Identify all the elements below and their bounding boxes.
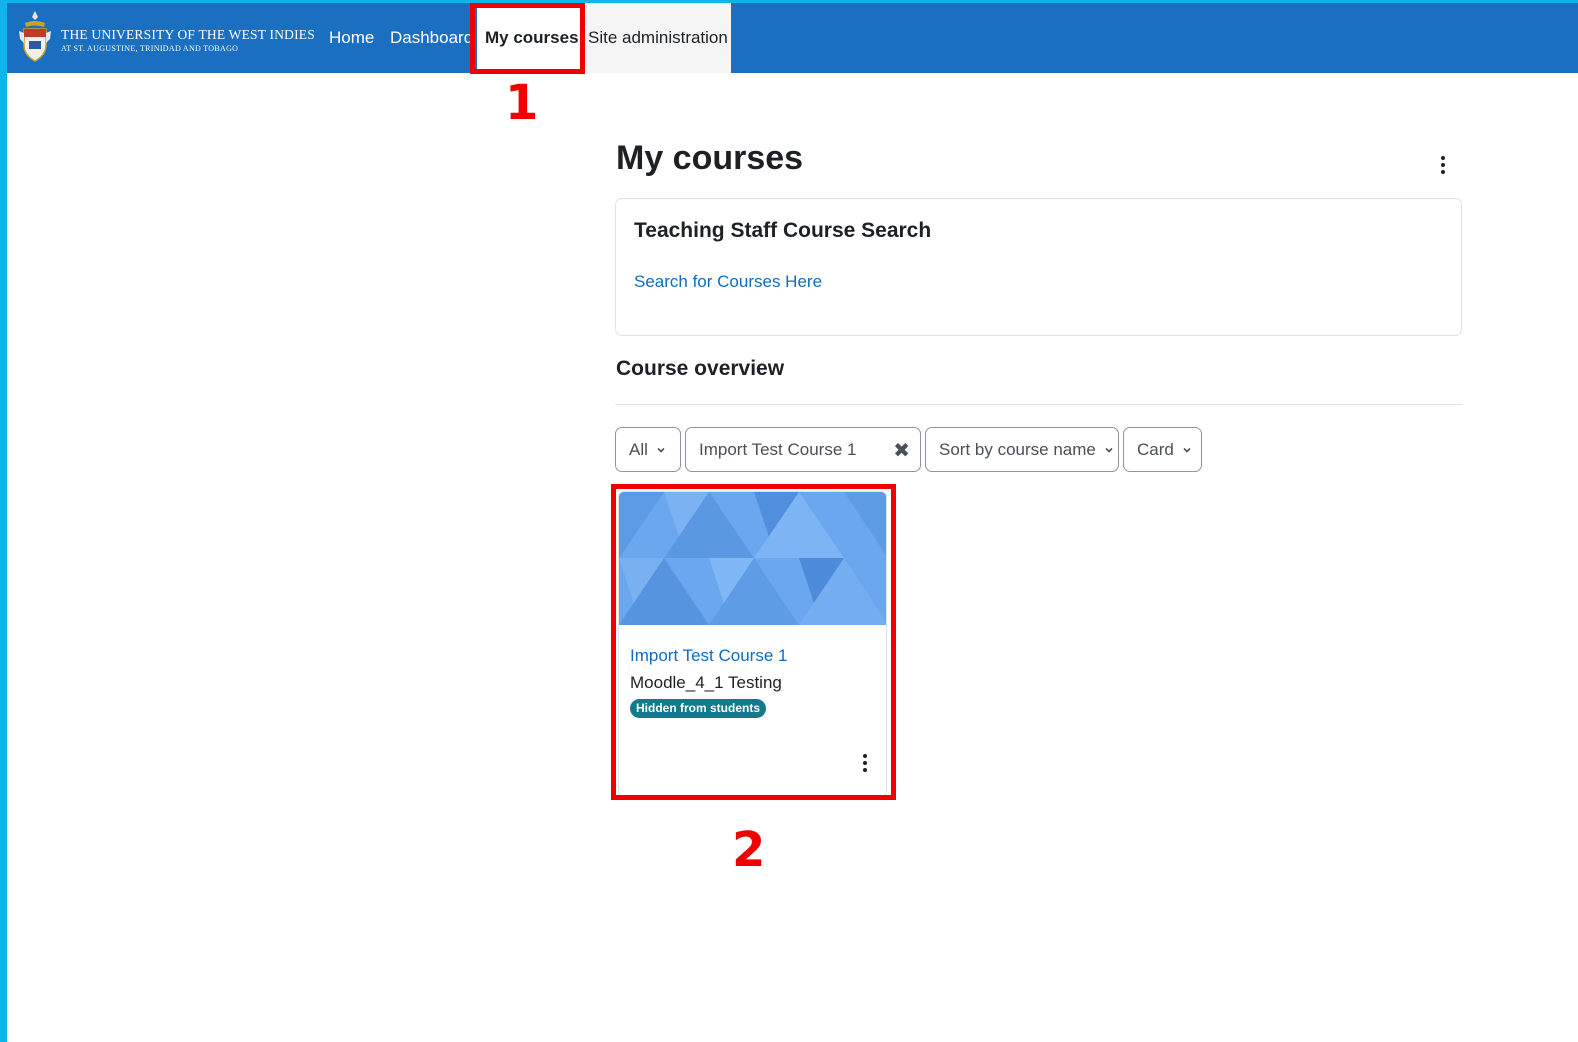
course-search-block: Teaching Staff Course Search Search for … <box>615 198 1462 336</box>
university-crest-icon <box>19 11 51 62</box>
grouping-dropdown-label: All <box>629 439 648 459</box>
section-divider <box>615 404 1462 405</box>
display-dropdown[interactable]: Card <box>1123 427 1202 472</box>
sort-dropdown-label: Sort by course name <box>939 439 1096 459</box>
annotation-number-2: 2 <box>732 822 766 878</box>
page: THE UNIVERSITY OF THE WEST INDIES AT ST.… <box>7 3 1578 1042</box>
course-search-block-title: Teaching Staff Course Search <box>634 219 932 242</box>
chevron-down-icon <box>1183 447 1191 453</box>
page-actions-kebab-icon[interactable] <box>1436 156 1450 174</box>
page-title: My courses <box>616 139 804 177</box>
search-courses-link[interactable]: Search for Courses Here <box>634 272 822 292</box>
course-search-input[interactable]: Import Test Course 1 ✖ <box>685 427 921 472</box>
top-navbar: THE UNIVERSITY OF THE WEST INDIES AT ST.… <box>7 3 1578 73</box>
course-overview-title: Course overview <box>616 357 785 380</box>
grouping-dropdown[interactable]: All <box>615 427 681 472</box>
logo-subtitle: AT ST. AUGUSTINE, TRINIDAD AND TOBAGO <box>61 44 239 53</box>
site-logo[interactable]: THE UNIVERSITY OF THE WEST INDIES AT ST.… <box>17 9 315 65</box>
annotation-box-1 <box>470 3 585 74</box>
nav-site-administration[interactable]: Site administration <box>580 3 731 73</box>
nav-home[interactable]: Home <box>329 3 374 73</box>
sort-dropdown[interactable]: Sort by course name <box>925 427 1119 472</box>
course-search-input-value: Import Test Course 1 <box>699 439 857 459</box>
nav-dashboard[interactable]: Dashboard <box>390 3 473 73</box>
chevron-down-icon <box>657 447 665 453</box>
display-dropdown-label: Card <box>1137 439 1174 459</box>
annotation-number-1: 1 <box>505 75 539 131</box>
clear-search-icon[interactable]: ✖ <box>893 438 910 463</box>
chevron-down-icon <box>1105 447 1113 453</box>
logo-title: THE UNIVERSITY OF THE WEST INDIES <box>61 27 315 42</box>
annotation-box-2 <box>611 484 896 800</box>
